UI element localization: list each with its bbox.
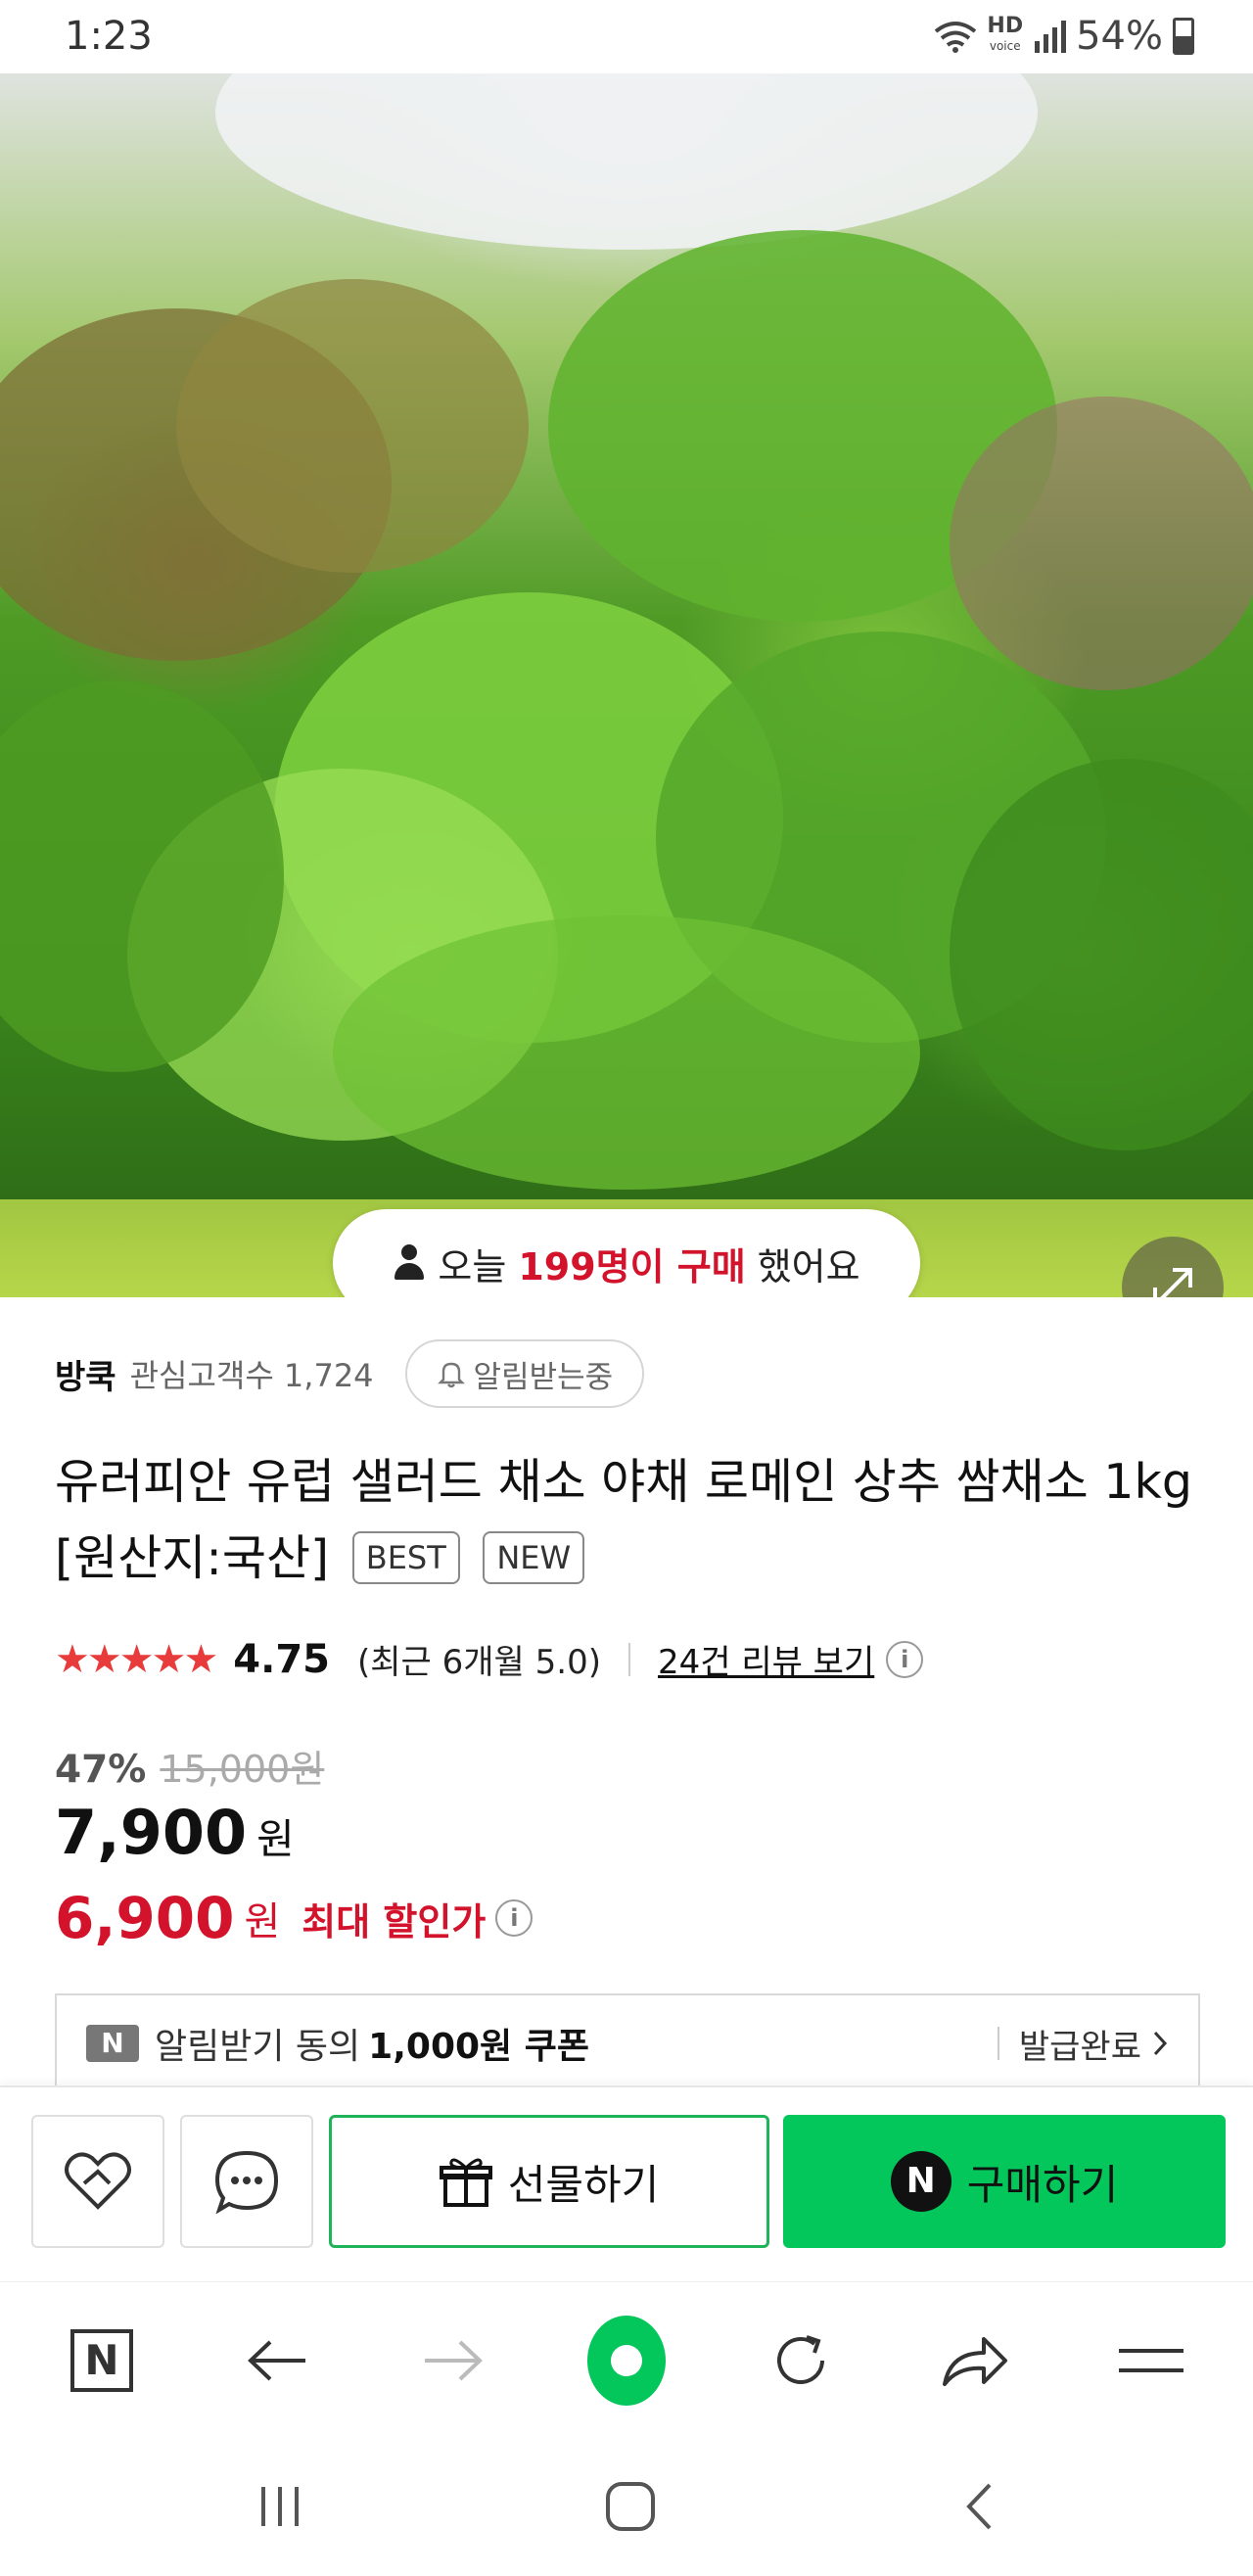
buy-button[interactable]: N 구매하기 — [783, 2115, 1226, 2248]
recent-rating: (최근 6개월 5.0) — [357, 1643, 601, 1682]
max-discount-label: 최대 할인가 — [302, 1899, 487, 1944]
home-button[interactable]: N — [63, 2321, 141, 2400]
lettuce-illustration — [0, 73, 1253, 1297]
discount-rate: 47% — [55, 1748, 147, 1792]
hd-label: HD — [987, 14, 1024, 38]
refresh-icon — [777, 2335, 824, 2384]
system-nav-bar — [0, 2433, 1253, 2576]
gift-button[interactable]: 선물하기 — [329, 2115, 769, 2248]
recent-apps-icon — [261, 2487, 299, 2526]
coupon-amount: 1,000원 쿠폰 — [368, 2027, 589, 2067]
share-button[interactable] — [936, 2321, 1014, 2400]
seller-name[interactable]: 방쿡 — [55, 1350, 116, 1398]
person-icon — [393, 1244, 426, 1282]
bell-icon — [437, 1362, 465, 1388]
product-title: 유러피안 유럽 샐러드 채소 야채 로메인 상추 쌈채소 1kg [원산지:국산… — [55, 1444, 1210, 1597]
back-icon — [966, 2483, 992, 2530]
recent-apps-button[interactable] — [241, 2472, 319, 2541]
product-image[interactable]: 오늘 199명이 구매 했어요 — [0, 73, 1253, 1297]
wishlist-icon — [65, 2152, 131, 2210]
status-icons: HD voice 54% — [934, 14, 1194, 59]
notify-label: 알림받는중 — [473, 1359, 614, 1395]
chat-button[interactable] — [180, 2115, 313, 2248]
browser-toolbar: N — [0, 2281, 1253, 2433]
rating-score: 4.75 — [233, 1636, 330, 1682]
original-price: 15,000원 — [160, 1748, 325, 1791]
buyers-prefix: 오늘 — [438, 1244, 507, 1288]
battery-percent: 54% — [1076, 14, 1163, 59]
info-icon[interactable]: i — [495, 1899, 534, 1937]
menu-button[interactable] — [1112, 2321, 1190, 2400]
price-row: 7,900 원 — [55, 1797, 295, 1868]
status-time: 1:23 — [65, 14, 153, 59]
chevron-right-icon — [1153, 2031, 1168, 2056]
coupon-status[interactable]: 발급완료 — [997, 2020, 1169, 2068]
chat-icon — [214, 2150, 279, 2214]
voice-label: voice — [989, 39, 1021, 53]
max-discount-row: 6,900 원 최대 할인가 i — [55, 1885, 534, 1951]
wishlist-button[interactable] — [31, 2115, 164, 2248]
max-discount-unit: 원 — [244, 1899, 281, 1944]
signal-icon — [1035, 21, 1067, 53]
gift-label: 선물하기 — [507, 2160, 660, 2209]
max-discount-price: 6,900 — [55, 1885, 235, 1951]
green-dot-icon — [587, 2316, 666, 2406]
naver-pay-icon: N — [890, 2151, 951, 2212]
purchase-action-bar: 선물하기 N 구매하기 — [0, 2085, 1253, 2281]
green-dot-button[interactable] — [587, 2316, 666, 2406]
coupon-status-label: 발급완료 — [1018, 2027, 1141, 2067]
star-rating: ★★★★★ — [55, 1636, 218, 1682]
review-link[interactable]: 24건 리뷰 보기 — [658, 1635, 874, 1683]
refresh-button[interactable] — [762, 2321, 840, 2400]
sale-price: 7,900 — [55, 1797, 248, 1868]
system-home-button[interactable] — [591, 2472, 670, 2541]
fan-count: 관심고객수 1,724 — [129, 1357, 374, 1394]
share-icon — [943, 2337, 1007, 2386]
new-badge: NEW — [483, 1531, 585, 1584]
menu-icon — [1119, 2349, 1183, 2372]
best-badge: BEST — [351, 1531, 460, 1584]
info-icon[interactable]: i — [886, 1640, 924, 1678]
divider — [997, 2027, 999, 2060]
expand-icon — [1153, 1268, 1192, 1297]
divider — [627, 1642, 630, 1676]
back-button[interactable] — [239, 2321, 317, 2400]
product-title-text: 유러피안 유럽 샐러드 채소 야채 로메인 상추 쌈채소 1kg [원산지:국산… — [55, 1454, 1192, 1586]
forward-button[interactable] — [413, 2321, 491, 2400]
home-icon — [606, 2482, 655, 2531]
buyers-suffix: 했어요 — [757, 1244, 860, 1288]
buyers-highlight: 199명이 구매 — [518, 1244, 746, 1288]
expand-image-button[interactable] — [1122, 1237, 1224, 1297]
hd-voice-indicator: HD voice — [987, 14, 1024, 56]
system-back-button[interactable] — [940, 2472, 1018, 2541]
status-bar: 1:23 HD voice 54% — [0, 0, 1253, 73]
gift-icon — [439, 2158, 492, 2207]
coupon-banner[interactable]: N 알림받기 동의 1,000원 쿠폰 발급완료 — [55, 1993, 1200, 2091]
today-buyers-pill: 오늘 199명이 구매 했어요 — [333, 1209, 920, 1297]
battery-icon — [1173, 18, 1194, 55]
notify-button[interactable]: 알림받는중 — [404, 1339, 645, 1408]
discount-row: 47% 15,000원 — [55, 1739, 324, 1793]
rating-row: ★★★★★ 4.75 (최근 6개월 5.0) 24건 리뷰 보기 i — [55, 1635, 924, 1683]
price-unit: 원 — [256, 1815, 295, 1863]
wifi-icon — [935, 22, 977, 53]
coupon-text: 알림받기 동의 — [155, 2027, 361, 2067]
forward-arrow-icon — [425, 2340, 483, 2381]
naver-badge: N — [86, 2025, 139, 2062]
seller-row: 방쿡 관심고객수 1,724 알림받는중 — [55, 1339, 645, 1408]
buy-label: 구매하기 — [966, 2160, 1119, 2209]
back-arrow-icon — [248, 2340, 305, 2381]
naver-home-icon: N — [70, 2329, 133, 2392]
